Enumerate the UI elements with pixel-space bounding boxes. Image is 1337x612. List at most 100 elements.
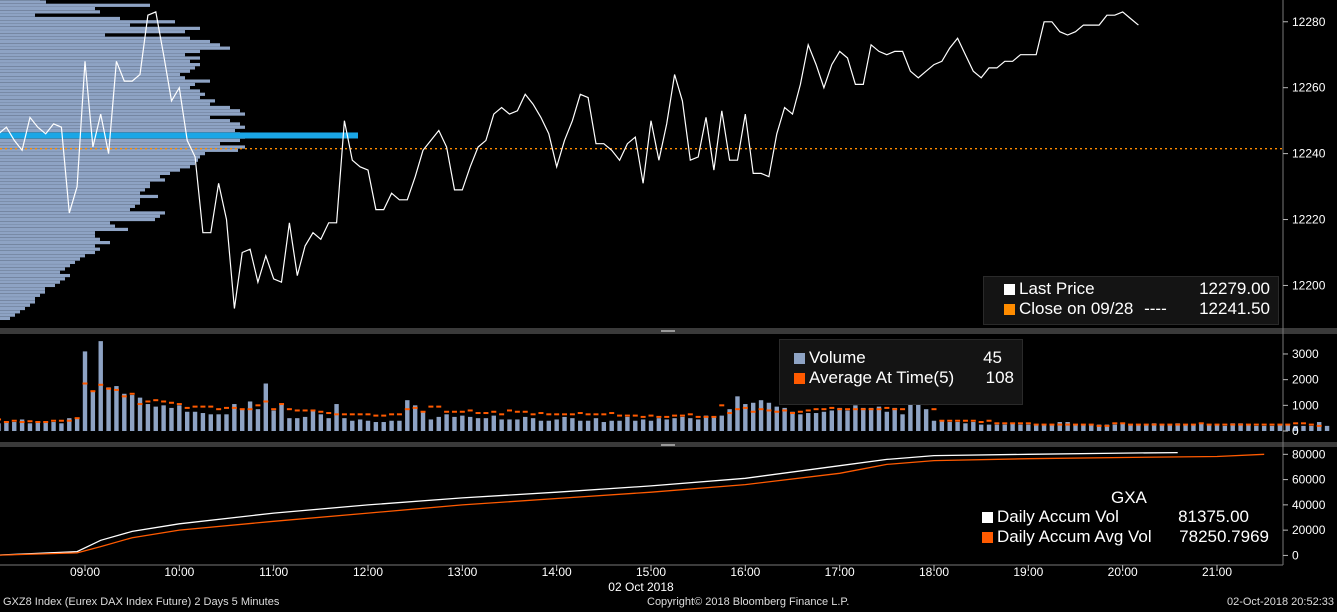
average-at-time-mark: [113, 388, 119, 391]
volume-bar: [688, 418, 693, 432]
average-at-time-mark: [978, 421, 984, 424]
average-at-time-mark: [216, 408, 222, 411]
average-at-time-mark: [27, 420, 33, 423]
volume-bar: [35, 422, 41, 432]
x-tick-label: 14:00: [542, 565, 572, 579]
average-at-time-mark: [1300, 422, 1306, 425]
volume-bar: [1065, 422, 1070, 432]
volume-profile-bar: [0, 63, 200, 67]
average-at-time-mark: [617, 414, 623, 417]
volume-bar: [326, 418, 331, 432]
average-at-time-mark: [90, 390, 96, 393]
volume-bar: [90, 391, 96, 432]
volume-profile-bar: [0, 102, 210, 106]
volume-bar: [405, 400, 410, 432]
volume-profile-bar: [0, 201, 140, 205]
volume-profile-bar: [0, 53, 185, 57]
average-at-time-mark: [1214, 423, 1220, 426]
x-tick-label: 19:00: [1013, 565, 1043, 579]
volume-bar: [279, 404, 284, 432]
x-tick-label: 17:00: [825, 565, 855, 579]
volume-profile-bar: [0, 227, 128, 232]
volume-bar: [774, 406, 779, 432]
average-at-time-mark: [1088, 423, 1094, 426]
volume-bar: [1112, 424, 1118, 432]
volume-bar: [287, 418, 292, 432]
average-at-time-mark: [467, 409, 473, 412]
average-at-time-mark: [3, 421, 9, 424]
accum-vol-swatch: [982, 512, 993, 524]
average-at-time-mark: [349, 413, 355, 416]
volume-bar: [986, 424, 992, 432]
volume-bar: [129, 395, 135, 432]
volume-profile-bar: [0, 109, 240, 113]
volume-bar: [892, 407, 897, 432]
volume-profile-bar: [0, 287, 45, 291]
volume-bar: [1010, 423, 1015, 432]
volume-bar: [640, 419, 646, 432]
average-at-time-mark: [672, 414, 678, 417]
volume-bar: [868, 407, 874, 432]
volume-bar: [593, 418, 599, 432]
volume-bar: [122, 393, 127, 432]
volume-bar: [939, 420, 945, 432]
average-at-time-mark: [970, 419, 976, 422]
average-at-time-mark: [1190, 423, 1196, 426]
volume-profile-bar: [0, 152, 205, 156]
x-tick-label: 12:00: [353, 565, 383, 579]
average-at-time-mark: [1183, 423, 1189, 426]
volume-bar: [177, 405, 182, 432]
average-at-time-mark: [247, 408, 253, 411]
volume-profile-bar: [0, 264, 70, 268]
y-tick-label: 3000: [1292, 347, 1319, 361]
volume-bar: [475, 418, 481, 432]
volume-profile-bar: [0, 46, 230, 50]
volume-bar: [703, 415, 709, 432]
y-tick-label: 12220: [1292, 213, 1326, 227]
average-at-time-mark: [939, 419, 945, 422]
volume-bar: [546, 420, 552, 432]
close-swatch: [1004, 304, 1015, 316]
y-tick-label: 2000: [1292, 373, 1319, 387]
y-tick-label: 1000: [1292, 398, 1319, 412]
volume-profile-bar: [0, 39, 210, 44]
average-at-time-mark: [43, 421, 49, 424]
volume-bar: [578, 420, 583, 432]
legend-volume-row: Volume 45: [780, 348, 1022, 368]
x-tick-label: 21:00: [1202, 565, 1232, 579]
y-tick-label: 60000: [1292, 473, 1326, 487]
volume-bar: [491, 415, 496, 432]
volume-bar: [153, 406, 158, 432]
volume-bar: [829, 410, 835, 432]
volume-bar: [1120, 423, 1125, 432]
y-tick-label: 12280: [1292, 15, 1326, 29]
average-at-time-mark: [797, 410, 803, 413]
volume-legend: Volume 45 Average At Time(5) 108: [779, 339, 1023, 405]
volume-bar: [74, 418, 80, 432]
average-at-time-mark: [1245, 423, 1251, 426]
y-tick-label: 80000: [1292, 447, 1326, 461]
average-at-time-mark: [562, 413, 568, 416]
volume-profile-bar: [0, 171, 170, 175]
accum-vol-label: Daily Accum Vol: [997, 507, 1119, 526]
volume-profile-bar: [0, 43, 220, 47]
average-at-time-mark: [373, 414, 379, 417]
average-at-time-mark: [334, 413, 340, 416]
average-at-time-mark: [412, 406, 418, 409]
average-at-time-mark: [986, 419, 992, 422]
volume-profile-bar: [0, 297, 35, 301]
volume-profile-bar: [0, 56, 200, 60]
average-at-time-mark: [420, 410, 426, 413]
average-at-time-mark: [310, 409, 316, 412]
volume-bar: [483, 418, 489, 432]
average-at-time-mark: [231, 406, 237, 409]
volume-bar: [1254, 425, 1259, 432]
volume-profile-bar: [0, 49, 200, 54]
volume-bar: [1057, 422, 1062, 432]
volume-value: 45: [983, 348, 1002, 367]
volume-bar: [1222, 425, 1228, 432]
average-at-time-mark: [955, 419, 961, 422]
average-at-time-mark: [0, 418, 2, 421]
y-tick-label: 0: [1292, 548, 1299, 562]
average-at-time-mark: [609, 412, 615, 415]
